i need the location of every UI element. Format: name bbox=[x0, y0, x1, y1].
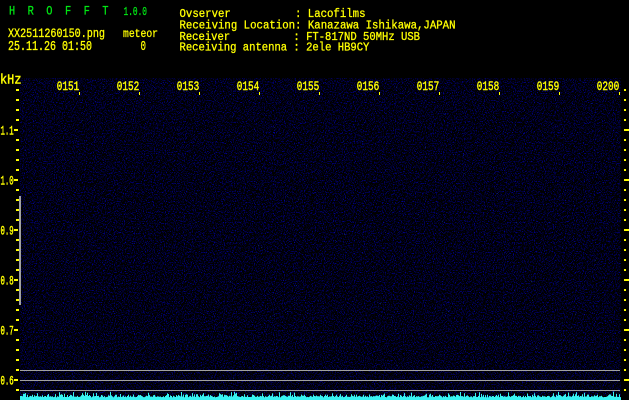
svg-text:0155: 0155 bbox=[297, 80, 320, 94]
svg-text:25.11.26 01:50: 25.11.26 01:50 bbox=[8, 40, 92, 55]
svg-text:0200: 0200 bbox=[597, 80, 620, 94]
svg-text:1.0.0: 1.0.0 bbox=[124, 5, 148, 19]
svg-text:0156: 0156 bbox=[357, 80, 380, 94]
svg-text:0.7: 0.7 bbox=[1, 324, 14, 338]
svg-text:0: 0 bbox=[141, 40, 147, 55]
svg-text:XX2511260150.png: XX2511260150.png bbox=[8, 27, 105, 41]
svg-text:0157: 0157 bbox=[417, 80, 440, 94]
svg-text:kHz: kHz bbox=[0, 74, 22, 89]
svg-text:1.1: 1.1 bbox=[1, 124, 14, 138]
svg-text:0159: 0159 bbox=[537, 80, 560, 94]
svg-text:0.9: 0.9 bbox=[1, 224, 14, 238]
svg-text:0158: 0158 bbox=[477, 80, 500, 94]
svg-text:0.6: 0.6 bbox=[1, 374, 14, 388]
svg-text:0151: 0151 bbox=[57, 80, 80, 94]
svg-text:0152: 0152 bbox=[117, 80, 140, 94]
svg-text:Receiving antenna : 2ele HB9CY: Receiving antenna : 2ele HB9CY bbox=[180, 42, 370, 55]
svg-text:0.8: 0.8 bbox=[1, 274, 14, 288]
svg-text:0154: 0154 bbox=[237, 80, 259, 94]
svg-text:H R O F F T: H R O F F T bbox=[9, 4, 109, 19]
svg-text:1.0: 1.0 bbox=[1, 174, 14, 188]
svg-text:0153: 0153 bbox=[177, 80, 200, 94]
